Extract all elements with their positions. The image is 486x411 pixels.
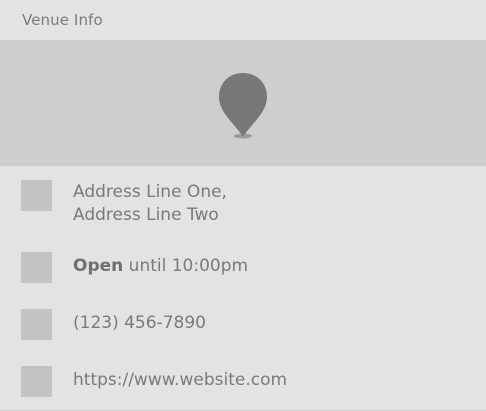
card-title: Venue Info [22, 11, 103, 29]
globe-icon [21, 366, 52, 397]
phone-number[interactable]: (123) 456-7890 [73, 312, 206, 335]
phone-row[interactable]: (123) 456-7890 [0, 309, 486, 341]
website-row[interactable]: https://www.website.com [0, 366, 486, 398]
address-row[interactable]: Address Line One, Address Line Two [0, 180, 486, 234]
address-line-one: Address Line One, [73, 182, 227, 202]
clock-icon [21, 252, 52, 283]
open-status: Open [73, 256, 124, 276]
address-text: Address Line One, Address Line Two [73, 181, 227, 227]
hours-detail: until 10:00pm [128, 256, 249, 276]
phone-icon [21, 309, 52, 340]
map-pin-icon [219, 73, 267, 139]
card-header: Venue Info [0, 0, 486, 41]
address-line-two: Address Line Two [73, 205, 219, 225]
venue-info-card: Venue Info Address Line One, Address Lin… [0, 0, 486, 411]
address-icon [21, 180, 52, 211]
hours-text: Open until 10:00pm [73, 255, 248, 278]
hours-row[interactable]: Open until 10:00pm [0, 252, 486, 284]
map-area[interactable] [0, 41, 486, 166]
website-link[interactable]: https://www.website.com [73, 369, 287, 392]
